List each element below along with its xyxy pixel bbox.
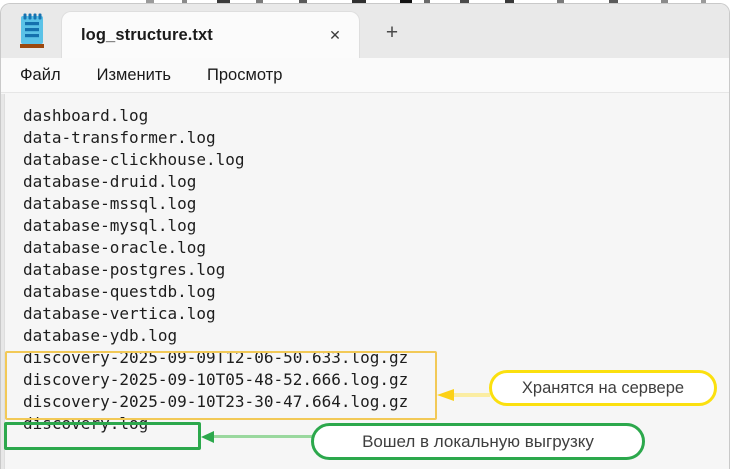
log-filename: database-questdb.log: [23, 281, 408, 303]
log-filename: database-vertica.log: [23, 303, 408, 325]
log-filename: database-mysql.log: [23, 215, 408, 237]
new-tab-button[interactable]: +: [379, 19, 405, 45]
log-filename: database-ydb.log: [23, 325, 408, 347]
log-filename: database-druid.log: [23, 171, 408, 193]
titlebar[interactable]: log_structure.txt ✕ +: [1, 4, 729, 58]
screen: log_structure.txt ✕ + Файл Изменить Просмо…: [0, 0, 730, 469]
log-filename: dashboard.log: [23, 105, 408, 127]
close-tab-button[interactable]: ✕: [323, 23, 347, 47]
server-callout-label: Хранятся на сервере: [522, 379, 684, 398]
menubar: Файл Изменить Просмотр: [1, 58, 729, 93]
local-connector-line: [212, 435, 312, 438]
log-filename: database-postgres.log: [23, 259, 408, 281]
notepad-icon: [17, 13, 47, 51]
server-files-highlight-box: [5, 351, 437, 420]
log-filename: data-transformer.log: [23, 127, 408, 149]
local-arrow-icon: [201, 431, 214, 443]
menu-item[interactable]: Изменить: [97, 66, 171, 85]
server-connector-line: [453, 393, 490, 397]
local-callout-label: Вошел в локальную выгрузку: [362, 432, 594, 452]
server-arrow-icon: [437, 389, 454, 401]
server-callout: Хранятся на сервере: [489, 370, 717, 406]
menu-item[interactable]: Файл: [20, 66, 61, 85]
tab-log-structure[interactable]: log_structure.txt ✕: [62, 12, 359, 58]
menu-item[interactable]: Просмотр: [207, 66, 282, 85]
tab-title: log_structure.txt: [81, 12, 213, 58]
log-filename: database-oracle.log: [23, 237, 408, 259]
local-callout: Вошел в локальную выгрузку: [311, 423, 645, 460]
local-file-highlight-box: [4, 422, 201, 450]
log-filename: database-mssql.log: [23, 193, 408, 215]
log-filename: database-clickhouse.log: [23, 149, 408, 171]
plus-icon: +: [386, 22, 398, 43]
close-icon: ✕: [329, 27, 341, 44]
